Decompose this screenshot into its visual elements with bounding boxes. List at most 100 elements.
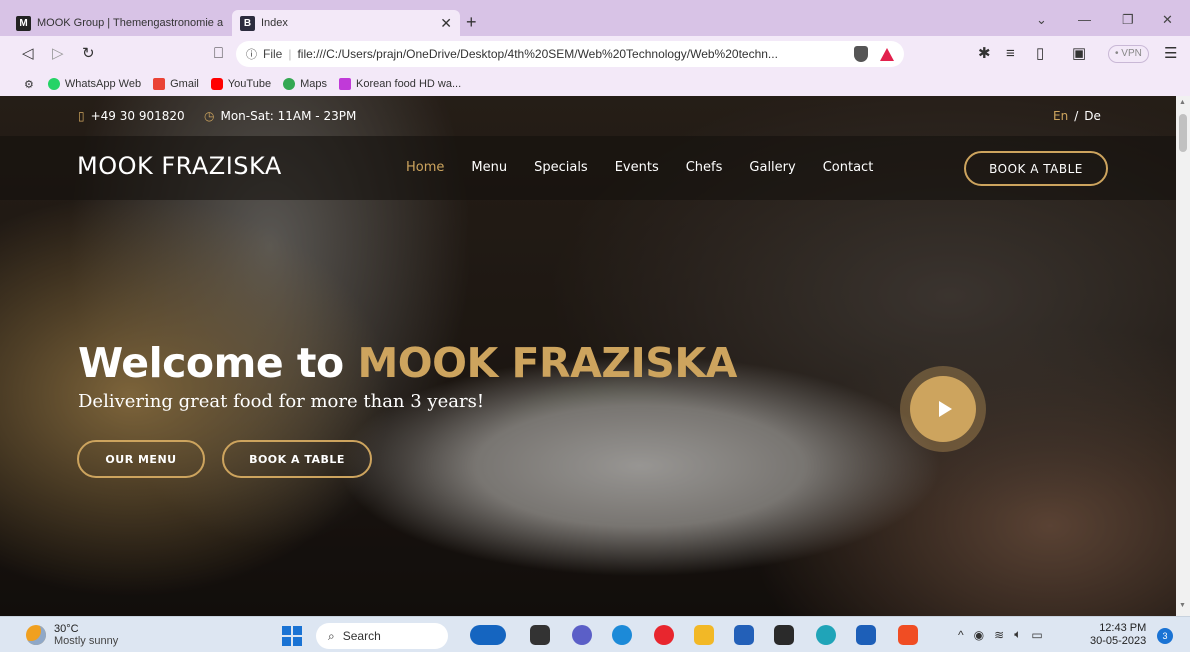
weather-sun-icon bbox=[26, 625, 46, 645]
site-header: MOOK FRAZISKA Home Menu Specials Events … bbox=[0, 136, 1176, 200]
lang-separator: / bbox=[1074, 109, 1079, 123]
nav-specials[interactable]: Specials bbox=[534, 160, 588, 175]
system-tray: ^ ◉ ≋ 🔈︎ ▭ bbox=[958, 627, 1053, 642]
hero-title-brand: MOOK FRAZISKA bbox=[357, 339, 737, 387]
bookmark-youtube[interactable]: YouTube bbox=[210, 78, 272, 90]
tray-chevron-icon[interactable]: ^ bbox=[958, 628, 964, 642]
edge-dev-icon[interactable] bbox=[816, 625, 836, 645]
hero-section: ▯ +49 30 901820 ◷ Mon-Sat: 11AM - 23PM E… bbox=[0, 96, 1176, 616]
our-menu-button[interactable]: OUR MENU bbox=[77, 440, 205, 478]
bookmark-label: YouTube bbox=[227, 78, 272, 90]
weather-condition: Mostly sunny bbox=[54, 635, 119, 647]
tab-title: Index bbox=[261, 17, 288, 29]
nav-chefs[interactable]: Chefs bbox=[686, 160, 723, 175]
browser-tab-bar: M MOOK Group | Themengastronomie a B Ind… bbox=[0, 0, 1190, 36]
nav-menu[interactable]: Menu bbox=[471, 160, 507, 175]
reload-icon[interactable]: ↻ bbox=[82, 44, 95, 64]
bookmark-gmail[interactable]: Gmail bbox=[153, 78, 199, 90]
play-icon bbox=[938, 401, 952, 417]
phone-icon: ▯ bbox=[78, 109, 85, 123]
scroll-down-icon[interactable]: ▼ bbox=[1179, 602, 1186, 609]
bookmark-label: Gmail bbox=[170, 78, 199, 90]
sticky-notes-icon[interactable] bbox=[774, 625, 794, 645]
bookmark-whatsapp[interactable]: WhatsApp Web bbox=[47, 78, 142, 90]
wallet-icon[interactable]: ▣ bbox=[1072, 44, 1086, 64]
extensions-icon[interactable]: ✱ bbox=[978, 44, 991, 64]
clock-icon: ◷ bbox=[204, 109, 215, 123]
new-tab-button[interactable]: + bbox=[466, 12, 477, 33]
store-icon[interactable] bbox=[734, 625, 754, 645]
teams-chat-icon[interactable] bbox=[572, 625, 592, 645]
bookmarks-bar: ⚙ WhatsApp Web Gmail YouTube Maps Korean… bbox=[0, 72, 1190, 96]
sidebar-icon[interactable]: ▯ bbox=[1036, 44, 1044, 64]
language-switcher: En / De bbox=[1053, 109, 1101, 123]
whatsapp-icon bbox=[47, 78, 60, 90]
url-text[interactable]: file:///C:/Users/prajn/OneDrive/Desktop/… bbox=[297, 47, 844, 61]
close-tab-icon[interactable]: ✕ bbox=[440, 15, 452, 32]
tab-mook-group[interactable]: M MOOK Group | Themengastronomie a bbox=[8, 10, 232, 36]
bookmark-label: WhatsApp Web bbox=[64, 78, 142, 90]
page-scrollbar[interactable]: ▲ ▼ bbox=[1176, 96, 1190, 616]
vpn-button[interactable]: • VPN bbox=[1108, 45, 1149, 63]
bookmark-icon[interactable]: ⎕ bbox=[214, 44, 223, 64]
youtube-icon bbox=[210, 78, 223, 90]
hero-book-table-button[interactable]: BOOK A TABLE bbox=[222, 440, 372, 478]
address-bar[interactable]: ⓘ File | file:///C:/Users/prajn/OneDrive… bbox=[236, 41, 904, 67]
nav-events[interactable]: Events bbox=[615, 160, 659, 175]
nav-home[interactable]: Home bbox=[406, 160, 444, 175]
bookmark-maps[interactable]: Maps bbox=[283, 78, 327, 90]
brave-apps-icon[interactable]: ⚙ bbox=[24, 78, 34, 91]
clock-date: 30-05-2023 bbox=[1090, 635, 1147, 647]
page-viewport: ▯ +49 30 901820 ◷ Mon-Sat: 11AM - 23PM E… bbox=[0, 96, 1176, 616]
brave-icon[interactable] bbox=[898, 625, 918, 645]
tab-index[interactable]: B Index ✕ bbox=[232, 10, 460, 36]
tab-title: MOOK Group | Themengastronomie a bbox=[37, 17, 224, 29]
play-video-button[interactable] bbox=[900, 366, 986, 452]
play-button-inner bbox=[910, 376, 976, 442]
bing-icon[interactable] bbox=[470, 625, 506, 645]
edge-icon[interactable] bbox=[612, 625, 632, 645]
scrollbar-thumb[interactable] bbox=[1179, 114, 1187, 152]
url-separator: | bbox=[288, 47, 292, 61]
picsart-icon bbox=[338, 78, 351, 90]
bootstrap-favicon-icon: B bbox=[240, 15, 255, 31]
menu-icon[interactable]: ☰ bbox=[1164, 44, 1177, 64]
battery-icon[interactable]: ▭ bbox=[1031, 628, 1042, 642]
tab-list-chevron-icon[interactable]: ⌄ bbox=[1036, 12, 1047, 28]
bookmark-korean-food[interactable]: Korean food HD wa... bbox=[338, 78, 461, 90]
lang-en-link[interactable]: En bbox=[1053, 109, 1068, 123]
site-logo[interactable]: MOOK FRAZISKA bbox=[77, 152, 282, 180]
info-icon[interactable]: ⓘ bbox=[246, 46, 257, 62]
taskbar-search[interactable]: ⌕ Search bbox=[316, 623, 448, 649]
back-icon[interactable]: ◁ bbox=[22, 44, 34, 64]
url-scheme-label: File bbox=[263, 47, 283, 61]
hero-title: Welcome to MOOK FRAZISKA bbox=[78, 339, 737, 387]
restore-icon[interactable]: ❐ bbox=[1122, 12, 1134, 28]
brave-shield-icon[interactable] bbox=[854, 46, 868, 62]
weather-temp: 30°C bbox=[54, 623, 79, 635]
opening-hours: ◷ Mon-Sat: 11AM - 23PM bbox=[204, 109, 356, 123]
volume-icon[interactable]: 🔈︎ bbox=[1014, 627, 1021, 642]
tray-app-icon[interactable]: ◉ bbox=[974, 628, 984, 642]
wifi-icon[interactable]: ≋ bbox=[994, 628, 1004, 642]
book-a-table-button[interactable]: BOOK A TABLE bbox=[964, 151, 1108, 186]
windows-start-icon[interactable] bbox=[282, 626, 302, 646]
bookmark-label: Maps bbox=[300, 78, 327, 90]
reading-list-icon[interactable]: ≡ bbox=[1006, 44, 1015, 64]
forward-icon[interactable]: ▷ bbox=[52, 44, 64, 64]
taskbar-clock[interactable]: 12:43 PM 30-05-2023 bbox=[1090, 622, 1146, 648]
close-window-icon[interactable]: ✕ bbox=[1162, 12, 1173, 28]
brave-rewards-icon[interactable] bbox=[880, 47, 894, 61]
scroll-up-icon[interactable]: ▲ bbox=[1179, 99, 1186, 106]
opera-icon[interactable] bbox=[654, 625, 674, 645]
notification-badge[interactable]: 3 bbox=[1157, 628, 1173, 644]
weather-widget[interactable]: 30°C Mostly sunny bbox=[26, 623, 118, 647]
minimize-icon[interactable]: — bbox=[1078, 12, 1091, 27]
task-view-icon[interactable] bbox=[530, 625, 550, 645]
phone-number: +49 30 901820 bbox=[90, 109, 185, 123]
lang-de-link[interactable]: De bbox=[1084, 109, 1101, 123]
nav-contact[interactable]: Contact bbox=[823, 160, 874, 175]
nav-gallery[interactable]: Gallery bbox=[749, 160, 795, 175]
file-explorer-icon[interactable] bbox=[694, 625, 714, 645]
word-icon[interactable] bbox=[856, 625, 876, 645]
